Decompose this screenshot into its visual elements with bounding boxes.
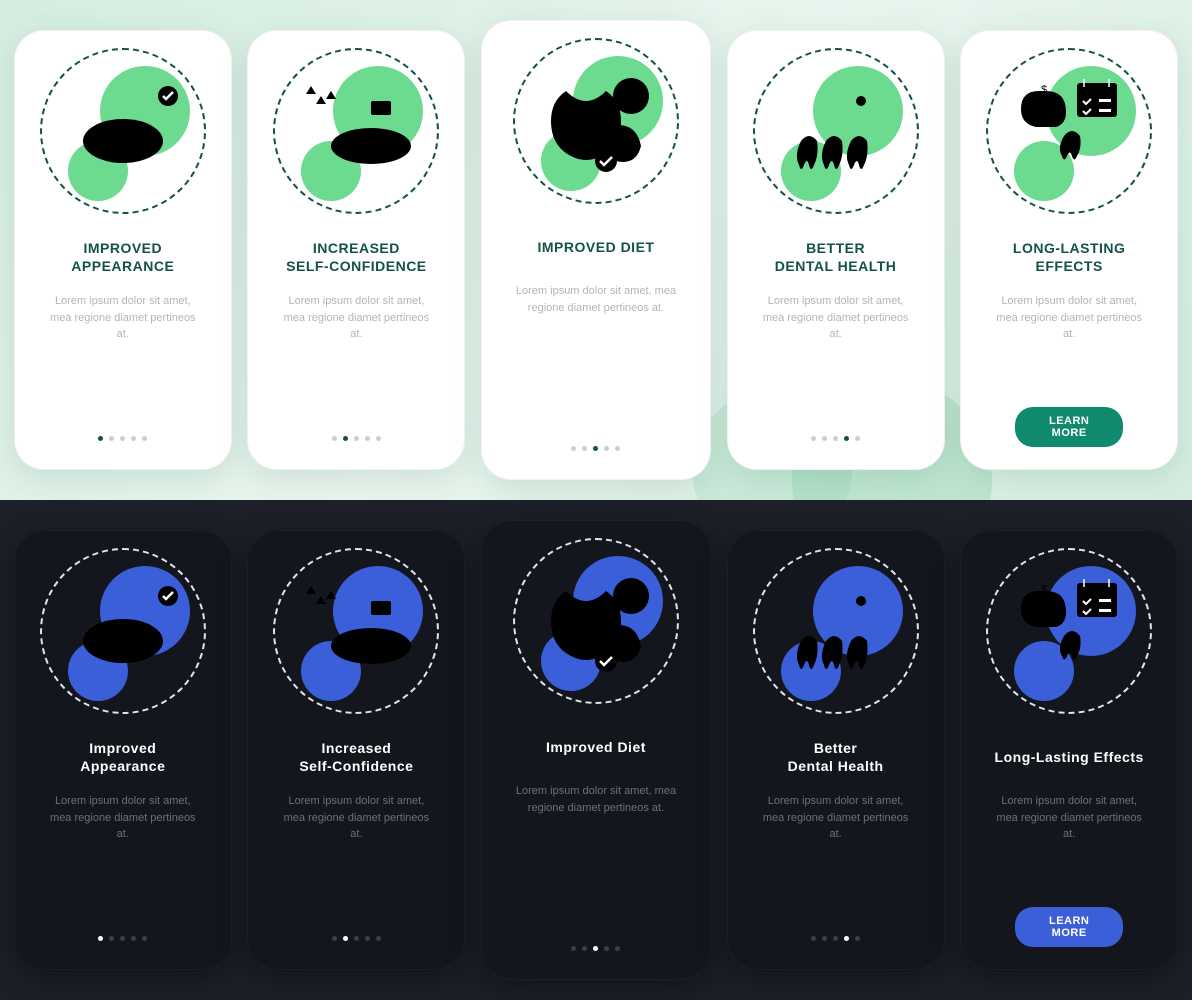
dental-icon — [738, 41, 934, 221]
page-dot[interactable] — [332, 436, 337, 441]
screen-description: Lorem ipsum dolor sit amet, mea regione … — [738, 793, 934, 843]
page-dot[interactable] — [615, 446, 620, 451]
page-dot[interactable] — [593, 446, 598, 451]
screen-description: Lorem ipsum dolor sit amet, mea regione … — [25, 293, 221, 343]
page-dot[interactable] — [343, 436, 348, 441]
page-dot[interactable] — [855, 436, 860, 441]
phone-mockup: Better Dental Health Lorem ipsum dolor si… — [727, 530, 945, 970]
appearance-icon — [25, 541, 221, 721]
confidence-icon — [258, 541, 454, 721]
page-dot[interactable] — [811, 936, 816, 941]
page-dot[interactable] — [833, 436, 838, 441]
page-dot[interactable] — [822, 436, 827, 441]
page-dot[interactable] — [593, 946, 598, 951]
page-dot[interactable] — [376, 436, 381, 441]
page-dot[interactable] — [142, 936, 147, 941]
diet-icon — [492, 531, 700, 711]
screen-description: Lorem ipsum dolor sit amet, mea regione … — [258, 793, 454, 843]
page-dot[interactable] — [365, 436, 370, 441]
phone-mockup: Improved Diet Lorem ipsum dolor sit amet,… — [481, 520, 711, 980]
page-dot[interactable] — [120, 936, 125, 941]
page-indicator — [728, 436, 944, 441]
confidence-icon — [258, 41, 454, 221]
page-dot[interactable] — [354, 436, 359, 441]
diet-icon — [492, 31, 700, 211]
page-dot[interactable] — [131, 436, 136, 441]
screen-title: IMPROVED APPEARANCE — [25, 239, 221, 275]
page-dot[interactable] — [365, 936, 370, 941]
page-indicator — [728, 936, 944, 941]
phone-mockup: Long-Lasting Effects Lorem ipsum dolor si… — [960, 530, 1178, 970]
phone-mockup: Increased Self-Confidence Lorem ipsum dol… — [247, 530, 465, 970]
appearance-icon — [25, 41, 221, 221]
screen-title: Increased Self-Confidence — [258, 739, 454, 775]
screen-description: Lorem ipsum dolor sit amet, mea regione … — [971, 793, 1167, 843]
page-dot[interactable] — [571, 946, 576, 951]
page-dot[interactable] — [109, 936, 114, 941]
screen-title: Better Dental Health — [738, 739, 934, 775]
page-dot[interactable] — [98, 936, 103, 941]
screen-title: Improved Diet — [492, 729, 700, 765]
page-indicator — [248, 936, 464, 941]
page-dot[interactable] — [120, 436, 125, 441]
page-indicator — [15, 436, 231, 441]
page-dot[interactable] — [376, 936, 381, 941]
page-indicator — [482, 946, 710, 951]
page-dot[interactable] — [604, 946, 609, 951]
learn-more-button[interactable]: LEARN MORE — [1015, 907, 1123, 947]
dental-icon — [738, 541, 934, 721]
screen-title: IMPROVED DIET — [492, 229, 700, 265]
lasting-icon — [971, 41, 1167, 221]
page-dot[interactable] — [844, 436, 849, 441]
page-indicator — [482, 446, 710, 451]
page-dot[interactable] — [343, 936, 348, 941]
page-dot[interactable] — [811, 436, 816, 441]
screen-description: Lorem ipsum dolor sit amet, mea regione … — [492, 783, 700, 816]
screen-title: BETTER DENTAL HEALTH — [738, 239, 934, 275]
screen-description: Lorem ipsum dolor sit amet, mea regione … — [258, 293, 454, 343]
screen-title: Long-Lasting Effects — [971, 739, 1167, 775]
screen-title: INCREASED SELF-CONFIDENCE — [258, 239, 454, 275]
page-dot[interactable] — [615, 946, 620, 951]
page-dot[interactable] — [98, 436, 103, 441]
phone-mockup: BETTER DENTAL HEALTH Lorem ipsum dolor si… — [727, 30, 945, 470]
lasting-icon — [971, 541, 1167, 721]
screen-description: Lorem ipsum dolor sit amet, mea regione … — [492, 283, 700, 316]
onboarding-row-dark: Improved Appearance Lorem ipsum dolor sit… — [0, 500, 1192, 1000]
phone-mockup: IMPROVED APPEARANCE Lorem ipsum dolor sit… — [14, 30, 232, 470]
page-dot[interactable] — [354, 936, 359, 941]
page-dot[interactable] — [142, 436, 147, 441]
page-dot[interactable] — [109, 436, 114, 441]
learn-more-button[interactable]: LEARN MORE — [1015, 407, 1123, 447]
screen-title: LONG-LASTING EFFECTS — [971, 239, 1167, 275]
phone-mockup: LONG-LASTING EFFECTS Lorem ipsum dolor si… — [960, 30, 1178, 470]
screen-description: Lorem ipsum dolor sit amet, mea regione … — [25, 793, 221, 843]
page-dot[interactable] — [844, 936, 849, 941]
page-dot[interactable] — [582, 946, 587, 951]
page-dot[interactable] — [833, 936, 838, 941]
page-dot[interactable] — [131, 936, 136, 941]
onboarding-row-light: IMPROVED APPEARANCE Lorem ipsum dolor sit… — [0, 0, 1192, 500]
page-indicator — [248, 436, 464, 441]
page-dot[interactable] — [822, 936, 827, 941]
phone-mockup: IMPROVED DIET Lorem ipsum dolor sit amet,… — [481, 20, 711, 480]
page-dot[interactable] — [855, 936, 860, 941]
screen-description: Lorem ipsum dolor sit amet, mea regione … — [738, 293, 934, 343]
page-dot[interactable] — [332, 936, 337, 941]
page-dot[interactable] — [604, 446, 609, 451]
screen-description: Lorem ipsum dolor sit amet, mea regione … — [971, 293, 1167, 343]
page-dot[interactable] — [571, 446, 576, 451]
page-dot[interactable] — [582, 446, 587, 451]
screen-title: Improved Appearance — [25, 739, 221, 775]
phone-mockup: Improved Appearance Lorem ipsum dolor sit… — [14, 530, 232, 970]
page-indicator — [15, 936, 231, 941]
phone-mockup: INCREASED SELF-CONFIDENCE Lorem ipsum dol… — [247, 30, 465, 470]
